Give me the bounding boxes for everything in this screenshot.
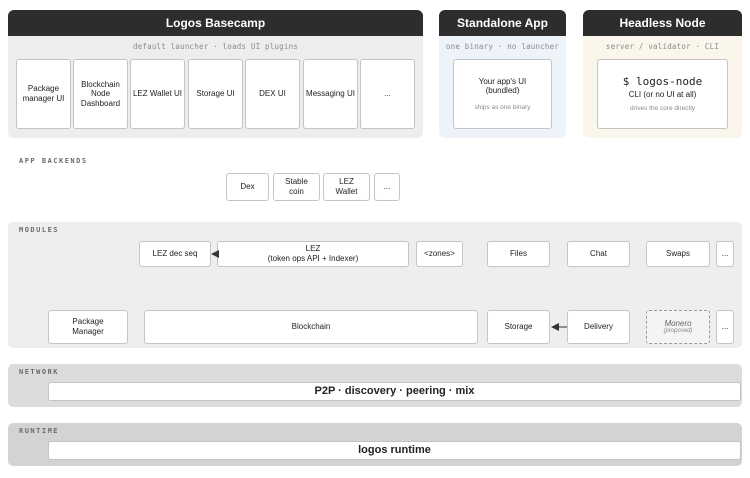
module-monero: Monero (proposed): [646, 310, 710, 344]
standalone-title: Standalone App: [457, 16, 548, 30]
standalone-card-title: Your app's UI (bundled): [478, 76, 527, 96]
headless-card-title: CLI (or no UI at all): [628, 89, 697, 99]
network-bar: P2P · discovery · peering · mix: [48, 382, 741, 401]
runtime-bar: logos runtime: [48, 441, 741, 460]
basecamp-panel: default launcher · loads UI plugins Pack…: [8, 36, 423, 138]
backend-stable-coin-label: Stable coin: [285, 177, 308, 196]
backend-dex: Dex: [226, 173, 269, 201]
standalone-header: Standalone App: [439, 10, 566, 36]
headless-subtitle: server / validator · CLI: [605, 42, 720, 51]
plugin-blockchain-node-dashboard: Blockchain Node Dashboard: [73, 59, 128, 129]
backend-stable-coin: Stable coin: [273, 173, 320, 201]
plugin-more: ...: [360, 59, 415, 129]
module-lez-title: LEZ: [305, 244, 321, 254]
network-label: NETWORK: [19, 368, 60, 376]
headless-command: $ logos-node: [622, 74, 703, 88]
module-chat: Chat: [567, 241, 630, 267]
headless-panel: server / validator · CLI $ logos-node CL…: [583, 36, 742, 138]
plugin-storage-ui: Storage UI: [188, 59, 243, 129]
standalone-card: Your app's UI (bundled) ships as one bin…: [453, 59, 552, 129]
module-monero-label: Monero: [664, 318, 692, 328]
module-package-manager-label: Package Manager: [72, 317, 104, 336]
plugin-lez-wallet-ui: LEZ Wallet UI: [130, 59, 185, 129]
runtime-label: RUNTIME: [19, 427, 60, 435]
module-monero-note: (proposed): [663, 328, 693, 335]
basecamp-title: Logos Basecamp: [165, 16, 266, 30]
module-blockchain: Blockchain: [144, 310, 478, 344]
module-delivery: Delivery: [567, 310, 630, 344]
standalone-card-note: ships as one binary: [474, 103, 531, 111]
plugin-dex-ui: DEX UI: [245, 59, 300, 129]
headless-header: Headless Node: [583, 10, 742, 36]
module-swaps: Swaps: [646, 241, 710, 267]
backend-lez-wallet-label: LEZ Wallet: [335, 177, 358, 196]
headless-title: Headless Node: [619, 16, 706, 30]
module-storage: Storage: [487, 310, 550, 344]
module-row1-more: ...: [716, 241, 734, 267]
plugin-messaging-ui: Messaging UI: [303, 59, 358, 129]
basecamp-subtitle: default launcher · loads UI plugins: [132, 42, 299, 51]
standalone-subtitle: one binary · no launcher: [445, 42, 560, 51]
headless-card-note: drives the core directly: [629, 105, 696, 113]
module-row2-more: ...: [716, 310, 734, 344]
standalone-panel: one binary · no launcher Your app's UI (…: [439, 36, 566, 138]
backend-lez-wallet: LEZ Wallet: [323, 173, 370, 201]
headless-card: $ logos-node CLI (or no UI at all) drive…: [597, 59, 728, 129]
module-files: Files: [487, 241, 550, 267]
module-package-manager: Package Manager: [48, 310, 128, 344]
modules-label: MODULES: [19, 226, 60, 234]
backend-more: ...: [374, 173, 400, 201]
app-backends-label: APP BACKENDS: [19, 157, 88, 165]
basecamp-header: Logos Basecamp: [8, 10, 423, 36]
module-lez: LEZ (token ops API + Indexer): [217, 241, 409, 267]
module-lez-subtitle: (token ops API + Indexer): [267, 254, 359, 263]
module-lez-dec-seq: LEZ dec seq: [139, 241, 211, 267]
module-zones: <zones>: [416, 241, 463, 267]
plugin-package-manager-ui: Package manager UI: [16, 59, 71, 129]
